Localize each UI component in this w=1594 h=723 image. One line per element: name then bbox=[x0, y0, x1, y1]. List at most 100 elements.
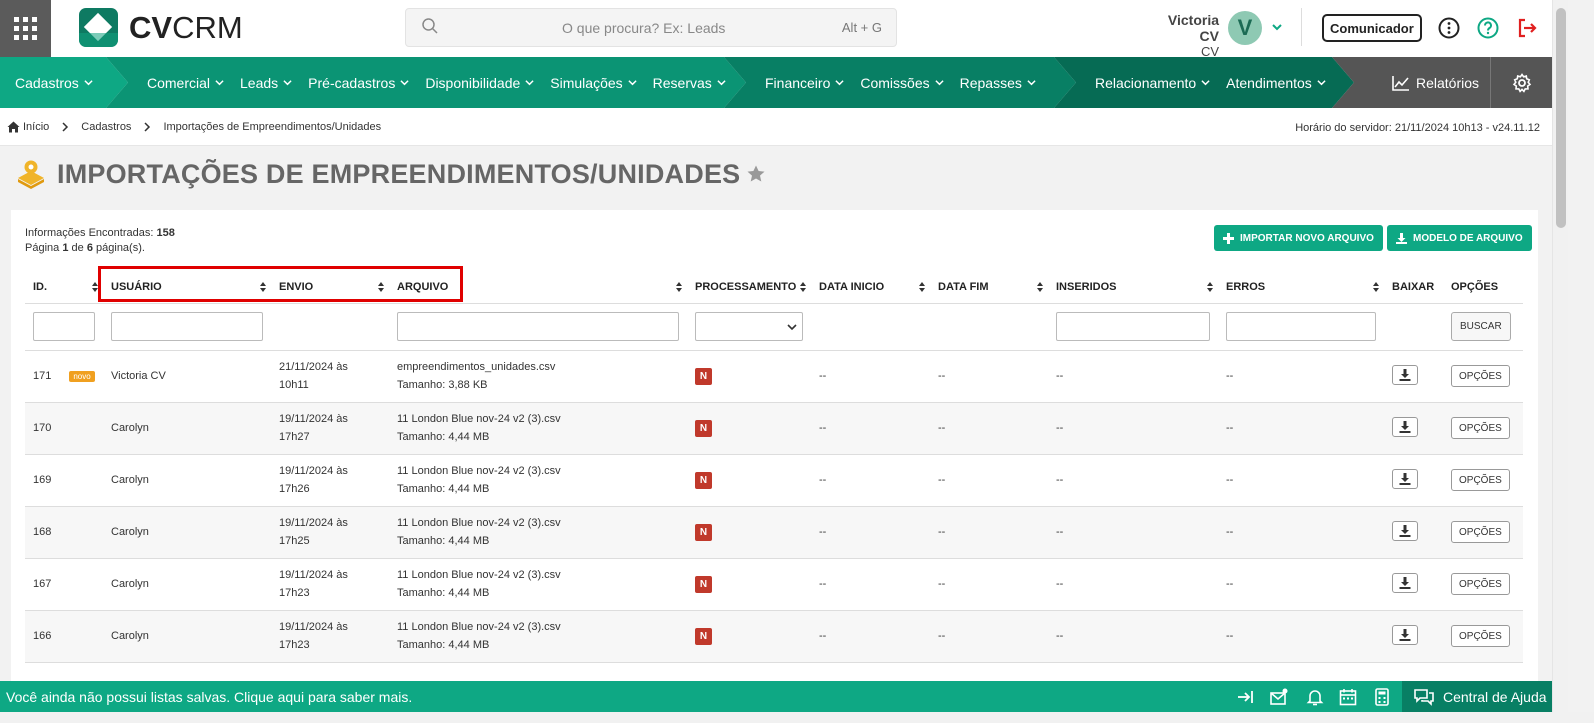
chevron-down-icon bbox=[628, 80, 637, 86]
cell-usuario: Carolyn bbox=[103, 558, 271, 611]
cell-id: 170 bbox=[25, 402, 103, 455]
cvcrm-logo[interactable]: CVCRM bbox=[79, 8, 243, 47]
apps-menu-button[interactable] bbox=[0, 0, 51, 57]
chevron-down-icon bbox=[1201, 80, 1210, 86]
status-badge: N bbox=[695, 524, 712, 541]
chart-line-icon bbox=[1392, 75, 1409, 91]
mail-notification-icon[interactable] bbox=[1270, 688, 1288, 706]
vertical-scrollbar[interactable] bbox=[1552, 0, 1568, 712]
options-button[interactable]: OPÇÕES bbox=[1451, 573, 1510, 595]
file-size: Tamanho: 4,44 MB bbox=[397, 639, 490, 651]
chevron-down-icon bbox=[1317, 80, 1326, 86]
cell-baixar bbox=[1384, 454, 1443, 507]
nav-reservas[interactable]: Reservas bbox=[645, 75, 734, 91]
status-badge: N bbox=[695, 368, 712, 385]
nav-cadastros[interactable]: Cadastros bbox=[7, 75, 101, 91]
filter-erros-input[interactable] bbox=[1226, 312, 1376, 341]
nav-pre-cadastros[interactable]: Pré-cadastros bbox=[300, 75, 417, 91]
calendar-icon[interactable] bbox=[1339, 688, 1357, 706]
bell-icon[interactable] bbox=[1306, 688, 1324, 706]
nav-repasses[interactable]: Repasses bbox=[952, 75, 1044, 91]
download-button[interactable] bbox=[1392, 573, 1418, 593]
breadcrumb-home[interactable]: Início bbox=[7, 121, 49, 133]
options-button[interactable]: OPÇÕES bbox=[1451, 625, 1510, 647]
scroll-thumb[interactable] bbox=[1556, 8, 1566, 228]
filter-arquivo-input[interactable] bbox=[397, 312, 679, 341]
col-envio[interactable]: ENVIO bbox=[271, 271, 389, 304]
col-processamento[interactable]: PROCESSAMENTO bbox=[687, 271, 811, 304]
cell-processamento: N bbox=[687, 402, 811, 455]
options-button[interactable]: OPÇÕES bbox=[1451, 365, 1510, 387]
col-data-inicio[interactable]: DATA INICIO bbox=[811, 271, 930, 304]
nav-relacionamento[interactable]: Relacionamento bbox=[1087, 75, 1218, 91]
nav-comercial[interactable]: Comercial bbox=[139, 75, 232, 91]
home-icon bbox=[7, 121, 20, 132]
download-button[interactable] bbox=[1392, 469, 1418, 489]
nav-relatorios[interactable]: Relatórios bbox=[1384, 75, 1487, 91]
horizontal-scrollbar[interactable] bbox=[0, 712, 1594, 723]
col-data-fim[interactable]: DATA FIM bbox=[930, 271, 1048, 304]
chevron-down-icon[interactable] bbox=[1270, 20, 1284, 34]
options-button[interactable]: OPÇÕES bbox=[1451, 469, 1510, 491]
cell-data-fim: -- bbox=[930, 350, 1048, 403]
filter-inseridos-input[interactable] bbox=[1056, 312, 1210, 341]
info-icon[interactable] bbox=[1438, 17, 1460, 39]
cell-usuario: Carolyn bbox=[103, 506, 271, 559]
nav-group-relatorios: Relatórios bbox=[1332, 57, 1552, 108]
star-icon[interactable] bbox=[746, 164, 766, 184]
logout-icon[interactable] bbox=[1516, 17, 1538, 39]
col-opcoes: OPÇÕES bbox=[1443, 271, 1523, 304]
calculator-icon[interactable] bbox=[1373, 688, 1391, 706]
col-id[interactable]: ID. bbox=[25, 271, 103, 304]
cell-data-fim: -- bbox=[930, 610, 1048, 663]
user-info[interactable]: Victoria CV CV bbox=[1145, 12, 1219, 59]
cell-arquivo: empreendimentos_unidades.csv Tamanho: 3,8… bbox=[389, 350, 687, 403]
nav-atendimentos[interactable]: Atendimentos bbox=[1218, 75, 1334, 91]
search-button[interactable]: BUSCAR bbox=[1451, 312, 1511, 341]
col-usuario[interactable]: USUÁRIO bbox=[103, 271, 271, 304]
nav-financeiro[interactable]: Financeiro bbox=[757, 75, 852, 91]
file-model-button[interactable]: MODELO DE ARQUIVO bbox=[1387, 225, 1532, 251]
cell-processamento: N bbox=[687, 350, 811, 403]
cell-id: 171 novo bbox=[25, 350, 103, 403]
nav-leads[interactable]: Leads bbox=[232, 75, 300, 91]
download-button[interactable] bbox=[1392, 417, 1418, 437]
download-button[interactable] bbox=[1392, 625, 1418, 645]
breadcrumb-cadastros[interactable]: Cadastros bbox=[81, 121, 131, 133]
logo-text: CVCRM bbox=[129, 9, 243, 45]
download-button[interactable] bbox=[1392, 365, 1418, 385]
download-icon bbox=[1396, 232, 1407, 244]
settings-button[interactable] bbox=[1490, 57, 1552, 108]
col-inseridos[interactable]: INSERIDOS bbox=[1048, 271, 1218, 304]
help-center-button[interactable]: Central de Ajuda bbox=[1402, 681, 1552, 712]
import-new-file-button[interactable]: IMPORTAR NOVO ARQUIVO bbox=[1214, 225, 1383, 251]
cell-envio: 19/11/2024 às 17h23 bbox=[271, 558, 389, 611]
col-arquivo[interactable]: ARQUIVO bbox=[389, 271, 687, 304]
cell-arquivo: 11 London Blue nov-24 v2 (3).csv Tamanho:… bbox=[389, 506, 687, 559]
comunicador-button[interactable]: Comunicador bbox=[1322, 14, 1422, 42]
cell-data-fim: -- bbox=[930, 402, 1048, 455]
cell-opcoes: OPÇÕES bbox=[1443, 610, 1523, 663]
help-icon[interactable] bbox=[1477, 17, 1499, 39]
search-input[interactable] bbox=[406, 9, 896, 46]
nav-comissoes[interactable]: Comissões bbox=[852, 75, 951, 91]
collapse-right-icon[interactable] bbox=[1236, 688, 1254, 706]
breadcrumb: Início Cadastros Importações de Empreend… bbox=[0, 108, 1552, 146]
filter-usuario-input[interactable] bbox=[111, 312, 263, 341]
cell-data-inicio: -- bbox=[811, 610, 930, 663]
col-erros[interactable]: ERROS bbox=[1218, 271, 1384, 304]
nav-simulacoes[interactable]: Simulações bbox=[542, 75, 644, 91]
nav-disponibilidade[interactable]: Disponibilidade bbox=[417, 75, 542, 91]
gear-icon bbox=[1512, 72, 1531, 93]
options-button[interactable]: OPÇÕES bbox=[1451, 521, 1510, 543]
global-search: Alt + G bbox=[405, 8, 897, 47]
file-name: 11 London Blue nov-24 v2 (3).csv bbox=[397, 569, 561, 581]
saved-lists-message[interactable]: Você ainda não possui listas salvas. Cli… bbox=[0, 689, 412, 705]
options-button[interactable]: OPÇÕES bbox=[1451, 417, 1510, 439]
download-button[interactable] bbox=[1392, 521, 1418, 541]
chevron-down-icon bbox=[215, 80, 224, 86]
avatar[interactable]: V bbox=[1228, 11, 1262, 45]
filter-id-input[interactable] bbox=[33, 312, 95, 341]
filter-processamento-select[interactable] bbox=[695, 312, 803, 341]
cell-id: 169 bbox=[25, 454, 103, 507]
